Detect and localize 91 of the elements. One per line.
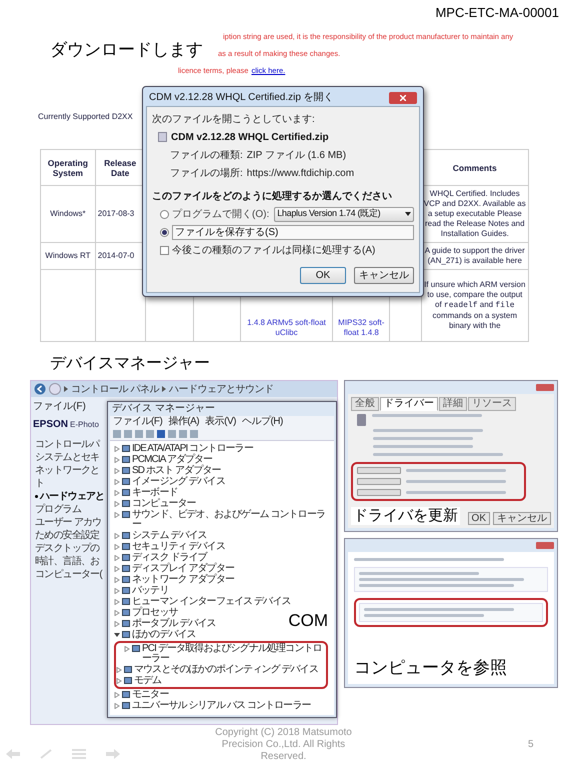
expander-icon[interactable] [114, 632, 120, 638]
caret-icon [405, 212, 411, 216]
window-title: CDM v2.12.28 WHQL Certified.zip を開く [149, 91, 334, 105]
tab[interactable]: 全般 [351, 397, 379, 412]
close-button[interactable] [536, 384, 554, 392]
tree-item[interactable]: ネットワーク アダプター [132, 575, 234, 586]
radio-button[interactable] [160, 228, 169, 236]
checkbox-label[interactable]: 今後この種類のファイルは同様に処理する(A) [172, 242, 376, 258]
com-label: COM [288, 611, 328, 632]
table-cell: Windows RT [41, 243, 96, 270]
brand-subtitle: E-Photo [70, 419, 99, 432]
dialog-question: このファイルをどのように処理するか選んでください [152, 190, 393, 204]
column-header: Operating System [41, 150, 96, 186]
section-heading: Currently Supported D2XX [38, 112, 133, 122]
page-number: 5 [528, 738, 534, 752]
tree-item[interactable]: モデム [134, 676, 162, 686]
tree-item[interactable]: バッテリ [132, 586, 168, 596]
tree-item[interactable]: プロセッサ [132, 608, 178, 618]
tree-item[interactable]: キーボード [132, 488, 178, 498]
tree-item[interactable]: ユニバーサル シリアル バス コントローラー [132, 701, 311, 712]
tree-item[interactable]: マウスとそのほかのポインティング デバイス [134, 665, 318, 676]
menu-item[interactable]: ヘルプ(H) [242, 416, 283, 428]
menu-item[interactable]: 操作(A) [168, 416, 200, 428]
checkbox[interactable] [160, 246, 169, 254]
brand-name: EPSON [33, 418, 68, 432]
tab[interactable]: 詳細 [439, 397, 467, 412]
file-name: CDM v2.12.28 WHQL Certified.zip [171, 130, 329, 144]
radio-label[interactable]: プログラムで開く(O): [172, 206, 270, 222]
driver-button[interactable] [357, 489, 401, 496]
program-dropdown[interactable]: Lhaplus Version 1.74 (既定) [274, 206, 414, 222]
tree-item[interactable]: SD ホスト アダプター [132, 466, 221, 476]
sidebar-item[interactable]: プログラム [35, 504, 82, 516]
field-label: ファイルの場所: [170, 166, 243, 180]
field-value: ZIP ファイル (1.6 MB) [246, 148, 346, 162]
sidebar-item[interactable]: 時計、言語、お [35, 556, 100, 568]
zip-file-icon [158, 132, 167, 142]
dialog-button[interactable]: OK [300, 266, 346, 284]
tree-item[interactable]: ヒューマン インターフェイス デバイス [132, 597, 290, 608]
sidebar-item[interactable]: ための安全設定 [35, 530, 100, 542]
breadcrumb-item[interactable]: ハードウェアとサウンド [168, 382, 274, 397]
radio-label[interactable]: ファイルを保存する(S) [172, 224, 414, 240]
menu-item[interactable]: ファイル(F) [113, 416, 162, 428]
tree-item[interactable]: ほかのデバイス [132, 630, 196, 640]
copyright-text: Copyright (C) 2018 Matsumoto Precision Co.,Ltd. All Rights Reserved. [214, 727, 353, 764]
radio-button[interactable] [160, 210, 169, 218]
tab[interactable]: リソース [468, 397, 516, 412]
window-title: デバイス マネージャー [111, 402, 216, 416]
slide-caption: デバイスマネージャー [50, 355, 210, 372]
sidebar-item[interactable]: コンピューター( [35, 569, 102, 580]
sidebar-item[interactable]: ハードウェアと [40, 491, 104, 502]
breadcrumb-item[interactable]: コントロール パネル [71, 382, 159, 397]
close-button[interactable] [536, 542, 554, 550]
tree-item[interactable]: ディスク ドライブ [132, 553, 207, 564]
sidebar-item[interactable]: ネットワークと [35, 465, 100, 476]
menu-item[interactable]: ファイル(F) [33, 399, 105, 414]
tree-item[interactable]: コンピューター [132, 499, 196, 510]
sidebar-item[interactable]: デスクトップの [35, 543, 100, 554]
tree-item[interactable]: サウンド、ビデオ、およびゲーム コントローラー [132, 510, 332, 530]
chevron-icon [64, 386, 68, 392]
table-cell: Windows* [41, 186, 96, 244]
tree-item[interactable]: セキュリティ デバイス [132, 542, 225, 552]
dialog-button[interactable]: キャンセル [354, 266, 414, 284]
sidebar-item[interactable]: ユーザー アカウ [35, 517, 102, 528]
screenshot-caption: ドライバを更新 [351, 507, 460, 526]
document-id: MPC-ETC-MA-00001 [435, 4, 559, 22]
dialog-button[interactable]: OK [468, 512, 490, 526]
sidebar-item[interactable]: コントロールパ [35, 439, 100, 450]
close-button[interactable] [389, 92, 417, 104]
screenshot-caption: コンピュータを参照 [354, 658, 508, 678]
dialog-button[interactable]: キャンセル [493, 512, 551, 526]
tree-item[interactable]: IDE ATA/ATAPI コントローラー [132, 444, 253, 454]
driver-button[interactable] [357, 478, 401, 486]
dialog-intro: 次のファイルを開こうとしています: [152, 112, 316, 126]
back-icon[interactable] [34, 383, 46, 396]
tab[interactable]: ドライバー [380, 397, 438, 412]
field-value: https://www.ftdichip.com [246, 166, 354, 180]
menu-item[interactable]: 表示(V) [205, 416, 236, 428]
tree-item[interactable]: システム デバイス [132, 531, 207, 542]
tree-item[interactable]: ディスプレイ アダプター [132, 564, 234, 574]
tree-item[interactable]: PCMCIA アダプター [132, 455, 212, 466]
sidebar-item[interactable]: ト [35, 478, 44, 490]
sidebar-item[interactable]: システムとセキ [35, 452, 100, 464]
device-icon [357, 414, 366, 426]
tree-item[interactable]: PCI データ取得およびシグナル処理コントローラー [142, 644, 326, 664]
driver-button[interactable] [357, 467, 401, 474]
chevron-icon [162, 386, 166, 392]
close-icon [400, 94, 406, 100]
tree-item[interactable]: モニター [132, 690, 168, 700]
tree-item[interactable]: イメージング デバイス [132, 477, 225, 488]
tree-item[interactable]: ポータブル デバイス [132, 619, 216, 630]
field-label: ファイルの種類: [170, 148, 243, 162]
